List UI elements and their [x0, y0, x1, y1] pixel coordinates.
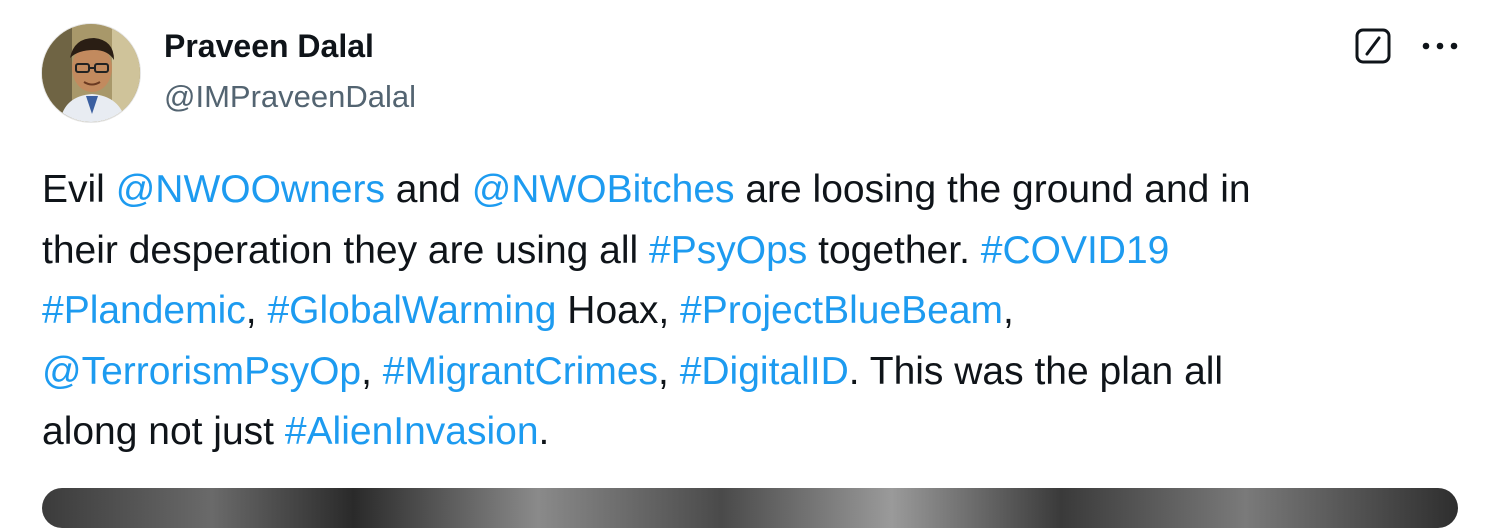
tweet-text-segment: ,	[658, 349, 680, 393]
mention-link[interactable]: @NWOBitches	[472, 168, 735, 211]
tweet-text-segment: along not just	[42, 410, 285, 453]
hashtag-link[interactable]: #Plandemic	[42, 289, 246, 332]
tweet-text-line: @TerrorismPsyOp, #MigrantCrimes, #Digita…	[42, 342, 1462, 403]
tweet-text-segment: . This was the plan all	[848, 349, 1224, 393]
tweet-text-segment: are loosing the ground and in	[734, 168, 1251, 211]
tweet-text-segment: their desperation they are using all	[42, 228, 650, 272]
tweet-text-line: along not just #AlienInvasion.	[42, 402, 1462, 463]
avatar[interactable]	[42, 24, 140, 122]
hashtag-link[interactable]: #MigrantCrimes	[383, 350, 658, 393]
user-handle[interactable]: @IMPraveenDalal	[164, 79, 416, 115]
hashtag-link[interactable]: #COVID19	[981, 229, 1170, 272]
display-name[interactable]: Praveen Dalal	[164, 28, 374, 65]
tweet-text-segment: ,	[361, 349, 383, 393]
tweet-text: Evil @NWOOwners and @NWOBitches are loos…	[42, 160, 1462, 463]
tweet-media[interactable]	[42, 488, 1458, 528]
tweet-text-segment: ,	[1003, 289, 1014, 332]
tweet-text-line: #Plandemic, #GlobalWarming Hoax, #Projec…	[42, 281, 1462, 342]
hashtag-link[interactable]: #DigitalID	[680, 350, 849, 393]
tweet-text-segment: Hoax,	[556, 289, 681, 332]
grok-icon	[1355, 28, 1391, 64]
hashtag-link[interactable]: #AlienInvasion	[285, 410, 539, 453]
tweet-text-segment: together.	[807, 228, 981, 272]
tweet-text-segment: Evil	[42, 168, 116, 211]
grok-button[interactable]	[1353, 26, 1393, 66]
tweet-text-segment: .	[538, 410, 550, 453]
tweet-text-line: Evil @NWOOwners and @NWOBitches are loos…	[42, 160, 1462, 221]
hashtag-link[interactable]: #PsyOps	[649, 229, 807, 272]
more-button[interactable]	[1418, 26, 1462, 66]
more-horizontal-icon	[1422, 42, 1458, 50]
tweet-card: Praveen Dalal @IMPraveenDalal Evil @NWOO…	[0, 0, 1500, 528]
tweet-text-segment: ,	[245, 289, 268, 332]
hashtag-link[interactable]: #GlobalWarming	[267, 289, 556, 332]
tweet-text-line: their desperation they are using all #Ps…	[42, 221, 1462, 282]
mention-link[interactable]: @TerrorismPsyOp	[42, 350, 361, 393]
mention-link[interactable]: @NWOOwners	[116, 168, 385, 211]
hashtag-link[interactable]: #ProjectBlueBeam	[680, 289, 1003, 332]
profile-photo-icon	[42, 24, 140, 122]
tweet-text-segment: and	[384, 168, 472, 211]
